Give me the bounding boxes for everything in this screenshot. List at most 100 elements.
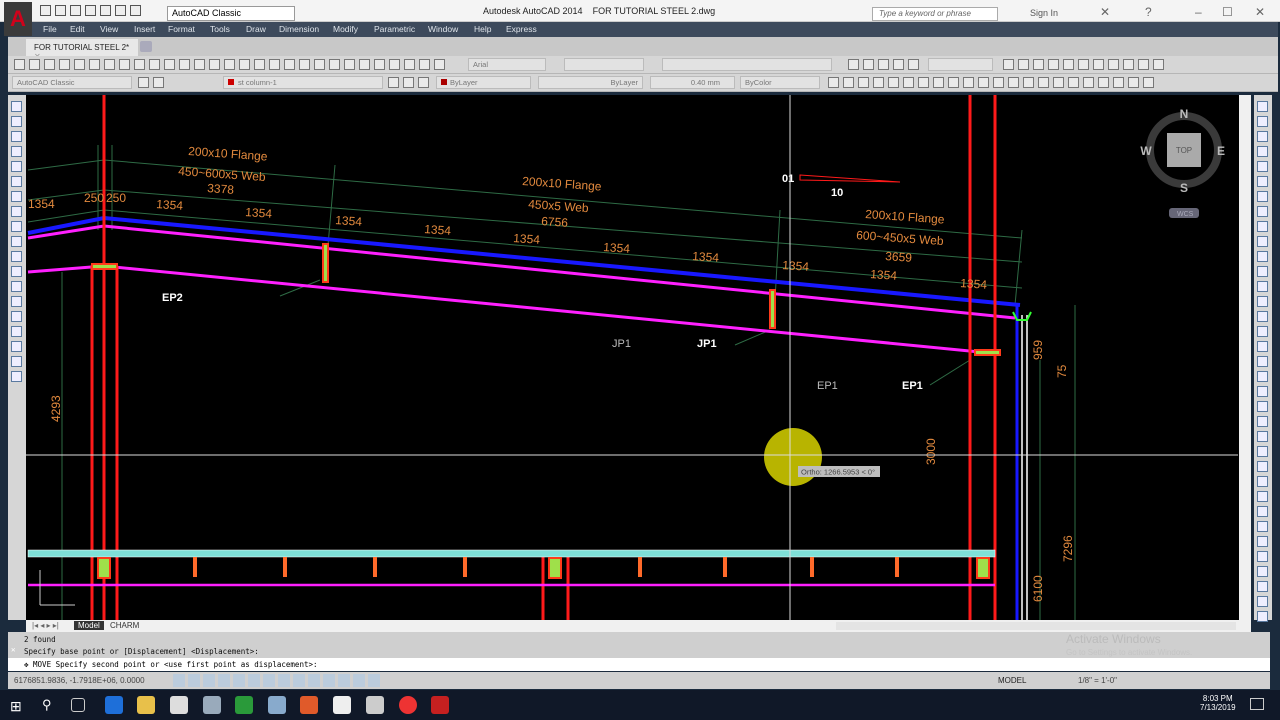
command-line[interactable]: ✥ MOVE Specify second point or <use firs… xyxy=(8,658,1270,671)
toolbar-tool-icon[interactable] xyxy=(314,59,325,70)
toolbar-tool-icon[interactable] xyxy=(1098,77,1109,88)
toolbar-tool-icon[interactable] xyxy=(1123,59,1134,70)
toolbar-tool-icon[interactable] xyxy=(1257,461,1268,472)
viewcube[interactable]: TOP N S E W WCS xyxy=(1140,107,1225,218)
toolbar-tool-icon[interactable] xyxy=(963,77,974,88)
toolbar-tool-icon[interactable] xyxy=(1113,77,1124,88)
toolbar-tool-icon[interactable] xyxy=(11,101,22,112)
new-icon[interactable] xyxy=(40,5,51,16)
drawing-canvas[interactable]: 200x10 Flange 450~600x5 Web 3378 200x10 … xyxy=(26,95,1239,620)
toolbar-tool-icon[interactable] xyxy=(1257,221,1268,232)
style-dropdown[interactable] xyxy=(662,58,832,71)
compass-n[interactable]: N xyxy=(1180,107,1189,121)
autocad-taskbar-icon[interactable] xyxy=(431,696,449,714)
menu-tools[interactable]: Tools xyxy=(210,24,230,34)
toolbar-tool-icon[interactable] xyxy=(1257,596,1268,607)
tab-charm[interactable]: CHARM xyxy=(106,621,143,630)
toolbar-tool-icon[interactable] xyxy=(1257,161,1268,172)
toolbar-tool-icon[interactable] xyxy=(59,59,70,70)
toolbar-tool-icon[interactable] xyxy=(1257,491,1268,502)
toolbar-tool-icon[interactable] xyxy=(1257,341,1268,352)
toolbar-tool-icon[interactable] xyxy=(903,77,914,88)
exchange-icon[interactable]: ✕ xyxy=(1100,5,1110,19)
notifications-icon[interactable] xyxy=(1250,698,1264,710)
toolbar-tool-icon[interactable] xyxy=(1257,281,1268,292)
edge-icon[interactable] xyxy=(105,696,123,714)
menu-format[interactable]: Format xyxy=(168,24,195,34)
toolbar-tool-icon[interactable] xyxy=(1257,311,1268,322)
toolbar-tool-icon[interactable] xyxy=(1257,416,1268,427)
toolbar-tool-icon[interactable] xyxy=(1257,326,1268,337)
compass-s[interactable]: S xyxy=(1180,181,1188,195)
toolbar-tool-icon[interactable] xyxy=(284,59,295,70)
toolbar-tool-icon[interactable] xyxy=(1257,176,1268,187)
menu-draw[interactable]: Draw xyxy=(246,24,266,34)
toolbar-tool-icon[interactable] xyxy=(1257,131,1268,142)
toolbar-tool-icon[interactable] xyxy=(149,59,160,70)
menu-view[interactable]: View xyxy=(100,24,118,34)
toolbar-tool-icon[interactable] xyxy=(1257,611,1268,622)
toolbar-tool-icon[interactable] xyxy=(299,59,310,70)
mail-icon[interactable] xyxy=(333,696,351,714)
toolbar-tool-icon[interactable] xyxy=(14,59,25,70)
toolbar-tool-icon[interactable] xyxy=(11,221,22,232)
toolbar-tool-icon[interactable] xyxy=(1038,77,1049,88)
linetype-dropdown[interactable]: ByLayer xyxy=(538,76,643,89)
menu-window[interactable]: Window xyxy=(428,24,458,34)
toolbar-tool-icon[interactable] xyxy=(344,59,355,70)
toolbar-tool-icon[interactable] xyxy=(11,176,22,187)
color-dropdown[interactable]: ByLayer xyxy=(436,76,531,89)
open-icon[interactable] xyxy=(55,5,66,16)
toolbar-tool-icon[interactable] xyxy=(918,77,929,88)
toolbar-tool-icon[interactable] xyxy=(878,59,889,70)
close-button[interactable]: ✕ xyxy=(1255,5,1265,19)
compass-e[interactable]: E xyxy=(1217,144,1225,158)
plot-icon[interactable] xyxy=(100,5,111,16)
toolbar-tool-icon[interactable] xyxy=(153,77,164,88)
toolbar-tool-icon[interactable] xyxy=(374,59,385,70)
toolbar-tool-icon[interactable] xyxy=(119,59,130,70)
undo-icon[interactable] xyxy=(115,5,126,16)
toolbar-tool-icon[interactable] xyxy=(1048,59,1059,70)
search-input[interactable]: Type a keyword or phrase xyxy=(872,7,998,21)
workspace-combo[interactable]: AutoCAD Classic xyxy=(12,76,132,89)
toolbar-tool-icon[interactable] xyxy=(11,326,22,337)
toolbar-tool-icon[interactable] xyxy=(419,59,430,70)
menu-help[interactable]: Help xyxy=(474,24,491,34)
toolbar-tool-icon[interactable] xyxy=(11,251,22,262)
toolbar-tool-icon[interactable] xyxy=(978,77,989,88)
toolbar-tool-icon[interactable] xyxy=(224,59,235,70)
toolbar-tool-icon[interactable] xyxy=(1257,146,1268,157)
toolbar-tool-icon[interactable] xyxy=(1257,506,1268,517)
toolbar-tool-icon[interactable] xyxy=(1153,59,1164,70)
toolbar-tool-icon[interactable] xyxy=(1023,77,1034,88)
dimstyle-dropdown[interactable] xyxy=(564,58,644,71)
menu-dimension[interactable]: Dimension xyxy=(279,24,319,34)
toolbar-tool-icon[interactable] xyxy=(1257,431,1268,442)
wcs-label[interactable]: WCS xyxy=(1177,211,1194,218)
toolbar-tool-icon[interactable] xyxy=(1257,446,1268,457)
toolbar-tool-icon[interactable] xyxy=(11,116,22,127)
toolbar-tool-icon[interactable] xyxy=(1257,371,1268,382)
toolbar-tool-icon[interactable] xyxy=(388,77,399,88)
toolbar-tool-icon[interactable] xyxy=(11,311,22,322)
toolbar-tool-icon[interactable] xyxy=(11,191,22,202)
viewcube-top-label[interactable]: TOP xyxy=(1176,146,1192,155)
toolbar-tool-icon[interactable] xyxy=(948,77,959,88)
close-command-icon[interactable]: ✕ xyxy=(11,645,16,654)
model-space-toggle[interactable]: MODEL xyxy=(998,676,1026,685)
new-tab-button[interactable] xyxy=(140,41,152,52)
toolbar-tool-icon[interactable] xyxy=(1257,566,1268,577)
toolbar-tool-icon[interactable] xyxy=(1257,356,1268,367)
toolbar-tool-icon[interactable] xyxy=(11,146,22,157)
multileader-dropdown[interactable] xyxy=(928,58,993,71)
toolbar-tool-icon[interactable] xyxy=(269,59,280,70)
toolbar-tool-icon[interactable] xyxy=(1128,77,1139,88)
media-icon[interactable] xyxy=(300,696,318,714)
annotation-scale[interactable]: 1/8" = 1'-0" xyxy=(1078,676,1117,685)
toolbar-tool-icon[interactable] xyxy=(418,77,429,88)
toolbar-tool-icon[interactable] xyxy=(11,341,22,352)
minimize-button[interactable]: – xyxy=(1195,5,1202,19)
help-icon[interactable]: ? xyxy=(1145,5,1152,19)
toolbar-tool-icon[interactable] xyxy=(1257,536,1268,547)
